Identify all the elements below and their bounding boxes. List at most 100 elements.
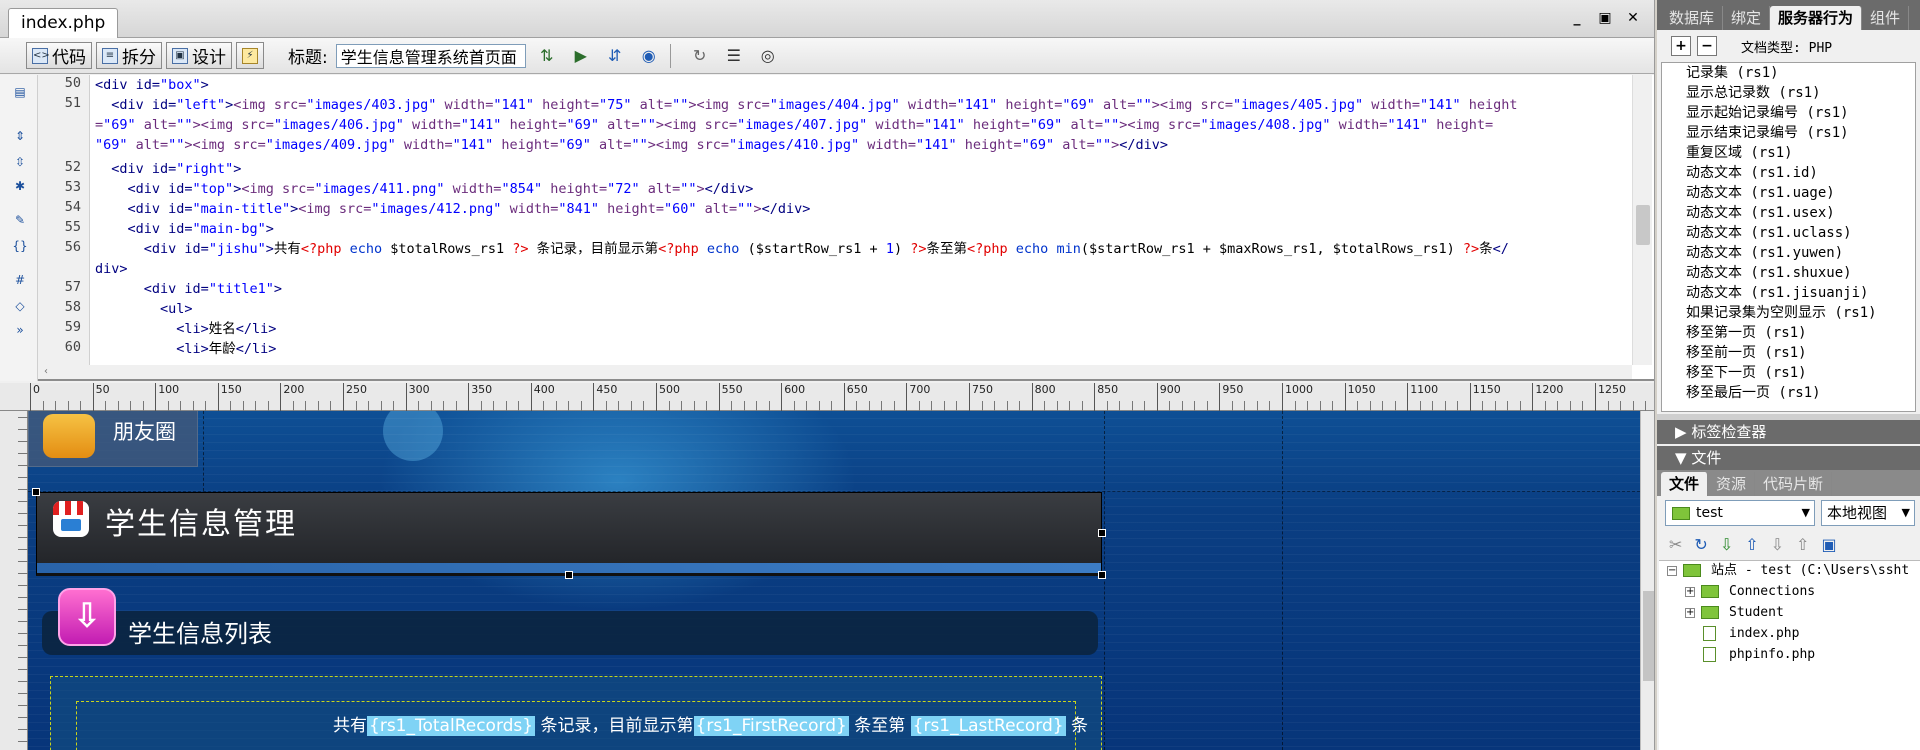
server-behavior-list[interactable]: 记录集 (rs1) 显示总记录数 (rs1) 显示起始记录编号 (rs1) 显示结束记… (1661, 62, 1916, 412)
last-record-placeholder[interactable]: {rs1_LastRecord} (910, 716, 1066, 736)
code-editor[interactable]: <div id="box"> <div id="left"><img src="… (95, 75, 1630, 365)
server-behavior-item[interactable]: 动态文本 (rs1.usex) (1686, 203, 1835, 223)
ruler-label: 450 (596, 383, 618, 396)
put-files-icon[interactable]: ⇧ (1745, 535, 1758, 554)
chevron-down-icon: ▼ (1801, 506, 1810, 519)
check-in-icon[interactable]: ⇧ (1796, 535, 1809, 554)
preview-browser-icon[interactable]: ▶ (568, 45, 594, 67)
open-documents-icon[interactable]: ▤ (11, 83, 29, 101)
tab-database[interactable]: 数据库 (1661, 6, 1724, 30)
vertical-ruler (0, 411, 28, 750)
remove-behavior-button[interactable]: − (1697, 36, 1717, 56)
record-count-line[interactable]: 共有 {rs1_TotalRecords} 条记录，目前显示第 {rs1_First… (28, 711, 1088, 736)
ruler-tick: 1050 (1344, 383, 1376, 411)
server-behavior-item[interactable]: 动态文本 (rs1.yuwen) (1686, 243, 1843, 263)
close-button[interactable]: ✕ (1623, 10, 1643, 26)
tag-inspector-header[interactable]: ▶ 标签检查器 (1657, 420, 1920, 444)
code-view-pane[interactable]: ▤ ⇕ ⇳ ✱ ✎ {} # ◇ » 50 51 52 53 54 55 56 … (0, 75, 1654, 381)
server-behavior-item[interactable]: 移至下一页 (rs1) (1686, 363, 1807, 383)
total-records-placeholder[interactable]: {rs1_TotalRecords} (367, 716, 536, 736)
tree-item-phpinfo-php[interactable]: phpinfo.php (1729, 645, 1815, 665)
tab-server-behaviors[interactable]: 服务器行为 (1770, 6, 1863, 30)
refresh-icon[interactable]: ↻ (1694, 535, 1707, 554)
tree-item-connections[interactable]: Connections (1729, 582, 1815, 602)
horizontal-ruler: 0 50 100 150 200 250 300 350 400 450 500 550 600 650 7… (0, 383, 1654, 411)
minimize-button[interactable]: _ (1567, 10, 1587, 26)
add-behavior-button[interactable]: + (1671, 36, 1691, 56)
server-behavior-item[interactable]: 动态文本 (rs1.jisuanji) (1686, 283, 1868, 303)
document-tab-index-php[interactable]: index.php (8, 8, 119, 38)
get-files-icon[interactable]: ⇩ (1720, 535, 1733, 554)
files-panel-header[interactable]: ▼ 文件 (1657, 446, 1920, 470)
tree-item-index-php[interactable]: index.php (1729, 624, 1799, 644)
design-vertical-scrollbar[interactable] (1640, 411, 1654, 750)
tree-item-student[interactable]: Student (1729, 603, 1784, 623)
split-view-button[interactable]: ≡ 拆分 (96, 42, 162, 69)
top-banner[interactable]: 学生信息管理 (32, 488, 1106, 579)
live-code-button[interactable]: ⚡ (236, 42, 264, 69)
restore-button[interactable]: ▣ (1595, 10, 1615, 26)
refresh-icon[interactable]: ↻ (687, 45, 713, 67)
server-behavior-item[interactable]: 如果记录集为空则显示 (rs1) (1686, 303, 1877, 323)
resize-handle[interactable] (565, 571, 573, 579)
expand-all-icon[interactable]: ✱ (11, 177, 29, 195)
first-record-placeholder[interactable]: {rs1_FirstRecord} (693, 716, 849, 736)
ruler-minor-tick (18, 597, 28, 598)
visual-aids-icon[interactable]: ◎ (755, 45, 781, 67)
server-behavior-item[interactable]: 移至最后一页 (rs1) (1686, 383, 1821, 403)
expand-toggle[interactable]: + (1685, 608, 1695, 618)
server-behavior-item[interactable]: 显示结束记录编号 (rs1) (1686, 123, 1849, 143)
view-options-icon[interactable]: ☰ (721, 45, 747, 67)
design-view-canvas[interactable]: 朋友圈 学生信息管理 ⇩ 学生信息列表 共有 {rs1_TotalRecords}… (28, 411, 1640, 750)
tree-item-site-root[interactable]: 站点 - test (C:\Users\ssht (1711, 561, 1909, 581)
resize-handle[interactable] (1098, 529, 1106, 537)
expand-panel-icon[interactable]: ▣ (1821, 535, 1836, 554)
line-number: 51 (64, 95, 81, 111)
tab-assets[interactable]: 资源 (1708, 472, 1756, 496)
collapse-toggle[interactable]: − (1667, 566, 1677, 576)
server-behavior-item[interactable]: 显示总记录数 (rs1) (1686, 83, 1821, 103)
tab-components[interactable]: 组件 (1862, 6, 1910, 30)
title-input[interactable] (335, 43, 526, 68)
resize-handle[interactable] (1098, 571, 1106, 579)
check-out-icon[interactable]: ⇩ (1771, 535, 1784, 554)
file-management-icon[interactable]: ⇅ (534, 45, 560, 67)
server-behavior-item[interactable]: 动态文本 (rs1.shuxue) (1686, 263, 1852, 283)
code-horizontal-scrollbar[interactable]: ‹ (38, 365, 1632, 379)
server-behavior-item[interactable]: 动态文本 (rs1.uclass) (1686, 223, 1852, 243)
ruler-minor-tick (18, 549, 28, 550)
ruler-label: 300 (408, 383, 430, 396)
server-behavior-item[interactable]: 移至前一页 (rs1) (1686, 343, 1807, 363)
more-tools-icon[interactable]: » (11, 321, 29, 339)
debug-icon[interactable]: ⇵ (602, 45, 628, 67)
balance-braces-icon[interactable]: {} (11, 237, 29, 255)
connect-icon[interactable]: ✂ (1669, 535, 1682, 554)
ruler-label: 1000 (1285, 383, 1313, 396)
tab-snippets[interactable]: 代码片断 (1755, 472, 1833, 496)
scroll-thumb[interactable] (1643, 591, 1654, 681)
highlight-invalid-icon[interactable]: ◇ (11, 297, 29, 315)
line-numbers-icon[interactable]: # (11, 271, 29, 289)
server-behavior-item[interactable]: 动态文本 (rs1.id) (1686, 163, 1818, 183)
expand-toggle[interactable]: + (1685, 587, 1695, 597)
server-behavior-item[interactable]: 显示起始记录编号 (rs1) (1686, 103, 1849, 123)
globe-icon[interactable]: ◉ (636, 45, 662, 67)
file-tree[interactable]: − 站点 - test (C:\Users\ssht + Connections… (1659, 560, 1920, 750)
friends-circle-box[interactable]: 朋友圈 (28, 411, 198, 467)
resize-handle[interactable] (32, 488, 40, 496)
tab-bindings[interactable]: 绑定 (1723, 6, 1771, 30)
scroll-thumb[interactable] (1636, 205, 1650, 245)
collapse-selection-icon[interactable]: ⇳ (11, 153, 29, 171)
server-behavior-item[interactable]: 记录集 (rs1) (1686, 63, 1779, 83)
collapse-tag-icon[interactable]: ⇕ (11, 127, 29, 145)
server-behavior-item[interactable]: 动态文本 (rs1.uage) (1686, 183, 1835, 203)
code-view-button[interactable]: <> 代码 (26, 42, 92, 69)
site-select[interactable]: test ▼ (1665, 500, 1815, 526)
server-behavior-item[interactable]: 重复区域 (rs1) (1686, 143, 1793, 163)
code-vertical-scrollbar[interactable] (1632, 75, 1652, 365)
select-parent-tag-icon[interactable]: ✎ (11, 211, 29, 229)
design-view-button[interactable]: ▣ 设计 (166, 42, 232, 69)
server-behavior-item[interactable]: 移至第一页 (rs1) (1686, 323, 1807, 343)
tab-files[interactable]: 文件 (1661, 472, 1709, 496)
view-select[interactable]: 本地视图 ▼ (1821, 500, 1915, 526)
